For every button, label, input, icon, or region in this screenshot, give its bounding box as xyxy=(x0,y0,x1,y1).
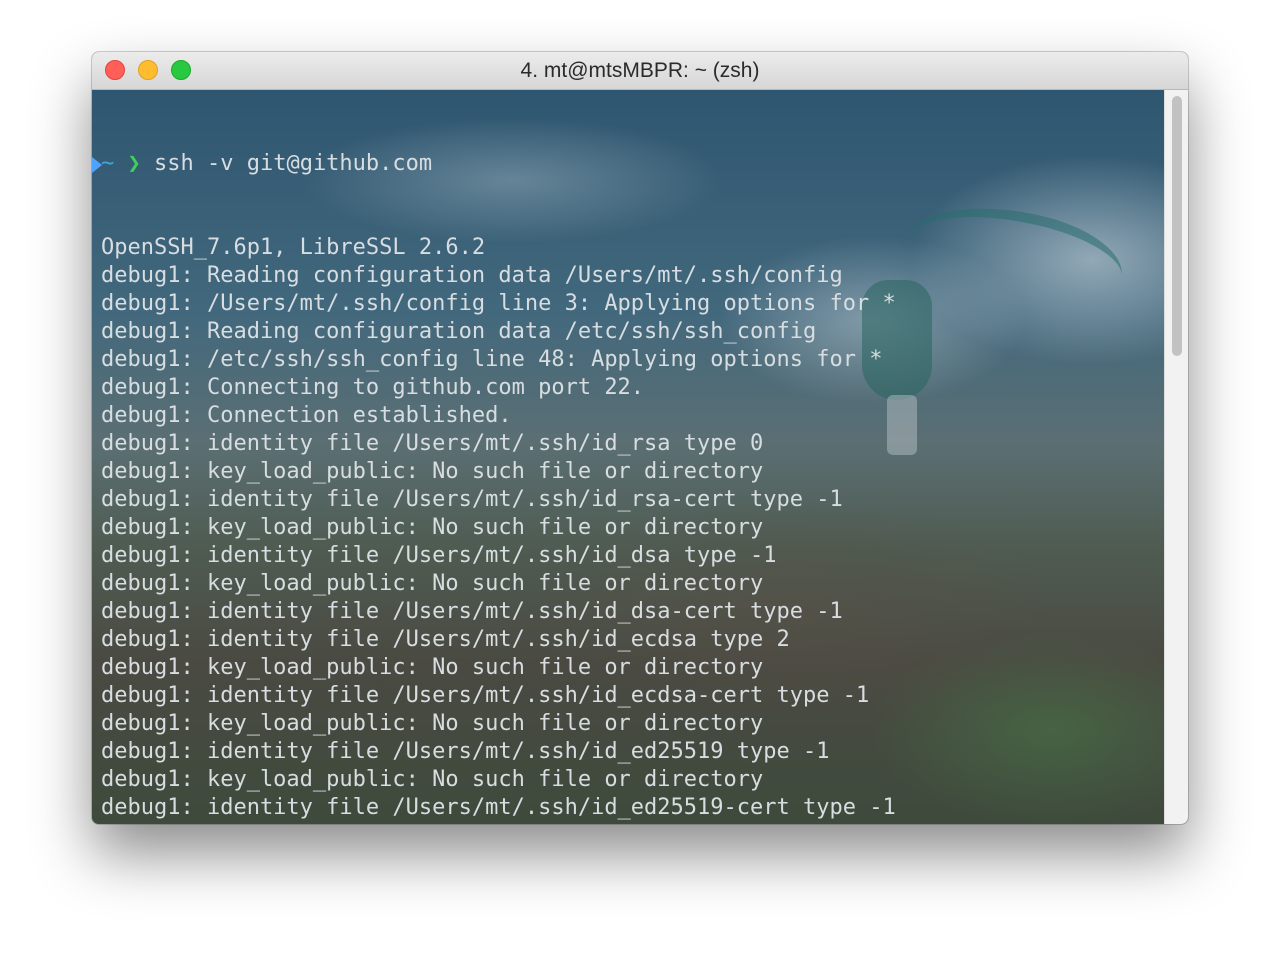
prompt-command: ssh -v git@github.com xyxy=(154,151,433,176)
title-bar[interactable]: 4. mt@mtsMBPR: ~ (zsh) xyxy=(92,52,1188,90)
output-line: debug1: identity file /Users/mt/.ssh/id_… xyxy=(101,543,777,568)
output-line: debug1: Connecting to github.com port 22… xyxy=(101,375,645,400)
output-line: debug1: key_load_public: No such file or… xyxy=(101,655,764,680)
output-line: debug1: key_load_public: No such file or… xyxy=(101,711,764,736)
terminal-window: 4. mt@mtsMBPR: ~ (zsh) ~ ❯ ssh -v git@gi… xyxy=(92,52,1188,824)
prompt-line: ~ ❯ ssh -v git@github.com xyxy=(92,150,1068,178)
terminal-output-area[interactable]: ~ ❯ ssh -v git@github.com OpenSSH_7.6p1,… xyxy=(92,90,1188,824)
window-title: 4. mt@mtsMBPR: ~ (zsh) xyxy=(520,59,760,82)
output-lines: OpenSSH_7.6p1, LibreSSL 2.6.2 debug1: Rea… xyxy=(101,234,1068,824)
output-line: debug1: key_load_public: No such file or… xyxy=(101,767,764,792)
output-line: debug1: identity file /Users/mt/.ssh/id_… xyxy=(101,487,843,512)
output-line: debug1: identity file /Users/mt/.ssh/id_… xyxy=(101,739,830,764)
scrollbar-thumb[interactable] xyxy=(1172,96,1182,356)
output-line: debug1: Reading configuration data /etc/… xyxy=(101,319,817,344)
output-line: debug1: /Users/mt/.ssh/config line 3: Ap… xyxy=(101,291,896,316)
output-line: debug1: identity file /Users/mt/.ssh/id_… xyxy=(101,627,790,652)
output-line: debug1: Connection established. xyxy=(101,403,512,428)
vertical-scrollbar[interactable] xyxy=(1164,90,1188,824)
output-line: debug1: identity file /Users/mt/.ssh/id_… xyxy=(101,795,896,820)
prompt-cwd: ~ xyxy=(101,151,115,176)
output-line: debug1: identity file /Users/mt/.ssh/id_… xyxy=(101,683,870,708)
output-line: debug1: key_load_public: No such file or… xyxy=(101,515,764,540)
prompt-arrow-icon xyxy=(92,157,102,173)
output-line: debug1: key_load_public: No such file or… xyxy=(101,571,764,596)
output-line: debug1: key_load_public: No such file or… xyxy=(101,459,764,484)
output-line: OpenSSH_7.6p1, LibreSSL 2.6.2 xyxy=(101,235,486,260)
output-line: debug1: identity file /Users/mt/.ssh/id_… xyxy=(101,431,764,456)
output-line: debug1: /etc/ssh/ssh_config line 48: App… xyxy=(101,347,883,372)
output-line: debug1: Reading configuration data /User… xyxy=(101,263,843,288)
prompt-symbol: ❯ xyxy=(127,151,141,176)
terminal-lines: ~ ❯ ssh -v git@github.com OpenSSH_7.6p1,… xyxy=(92,94,1068,824)
output-line: debug1: identity file /Users/mt/.ssh/id_… xyxy=(101,599,843,624)
output-line: debug1: Local version string SSH-2.0-Ope… xyxy=(101,822,1068,824)
